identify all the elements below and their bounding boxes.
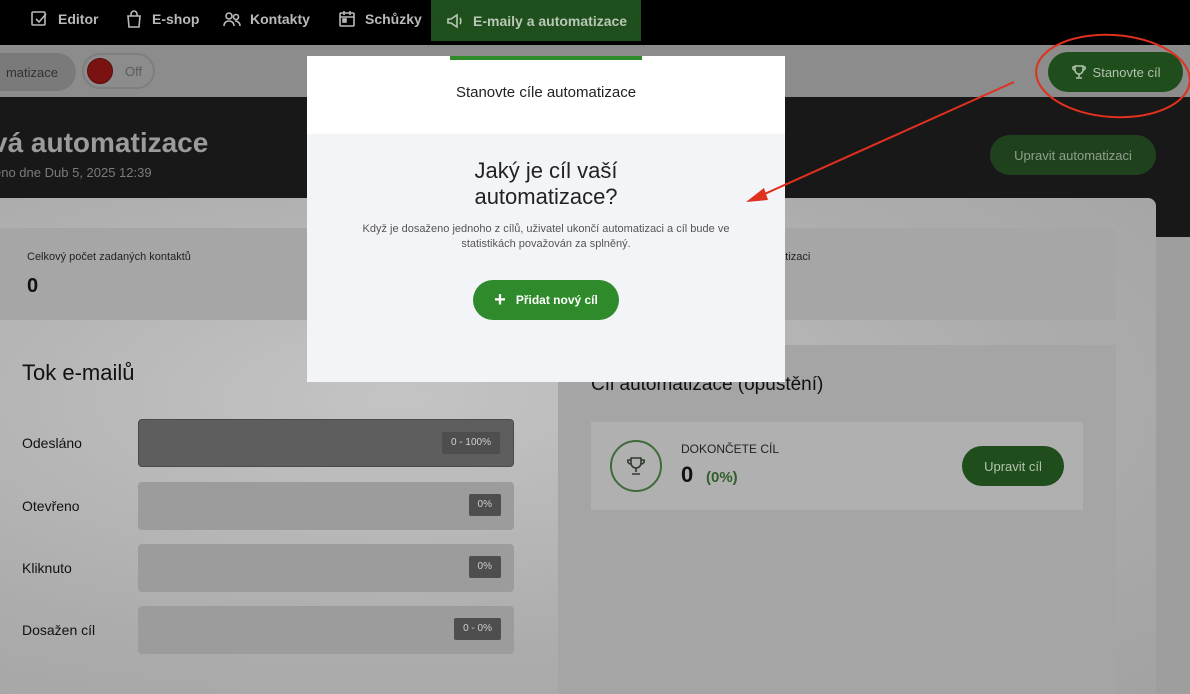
stat-total-label: Celkový počet zadaných kontaktů: [27, 251, 191, 263]
nav-item-eshop[interactable]: E-shop: [124, 0, 199, 38]
goal-icon-circle: [610, 440, 662, 492]
nav-item-label: Editor: [58, 11, 99, 27]
email-flow-title: Tok e-mailů: [22, 360, 135, 385]
nav-item-kontakty[interactable]: Kontakty: [222, 0, 310, 38]
page-subtitle: eno dne Dub 5, 2025 12:39: [0, 165, 152, 180]
background-strip: [1156, 237, 1190, 694]
automation-toggle[interactable]: Off: [82, 53, 155, 89]
nav-item-schuzky[interactable]: Schůzky: [337, 0, 422, 38]
flow-row-bar: 0%: [138, 544, 514, 592]
flow-row-opened: Otevřeno 0%: [22, 482, 514, 530]
flow-row-badge: 0%: [468, 556, 501, 578]
nav-item-label: Kontakty: [250, 11, 310, 27]
set-goal-button[interactable]: Stanovte cíl: [1048, 52, 1183, 92]
flow-row-label: Otevřeno: [22, 498, 80, 514]
automation-name-pill[interactable]: matizace: [0, 53, 76, 91]
page-title: vá automatizace: [0, 127, 209, 158]
trophy-icon: [627, 457, 645, 475]
megaphone-icon: [447, 13, 462, 28]
nav-item-label: E-shop: [152, 11, 200, 27]
shopping-bag-icon: [127, 10, 141, 28]
goal-caption: DOKONČETE CÍL: [681, 442, 780, 456]
add-new-goal-button[interactable]: + Přidat nový cíl: [473, 280, 619, 320]
plus-icon: +: [494, 289, 506, 311]
flow-row-bar: 0 - 0%: [138, 606, 514, 654]
nav-item-label: Schůzky: [365, 11, 422, 27]
edit-automation-button[interactable]: Upravit automatizaci: [990, 135, 1156, 175]
flow-row-label: Dosažen cíl: [22, 622, 96, 638]
flow-row-clicked: Kliknuto 0%: [22, 544, 514, 592]
flow-row-badge: 0%: [468, 494, 501, 516]
modal-question: Jaký je cíl vaší automatizace?: [307, 158, 785, 210]
modal-question-line: Jaký je cíl vaší: [474, 158, 618, 183]
modal-description: Když je dosaženo jednoho z cílů, uživate…: [362, 223, 730, 250]
toggle-label: Off: [125, 63, 143, 79]
nav-item-label: E-maily a automatizace: [473, 12, 628, 29]
set-goals-modal: Stanovte cíle automatizace Jaký je cíl v…: [307, 56, 785, 382]
nav-item-emaily-automatizace[interactable]: E-maily a automatizace: [431, 0, 642, 41]
flow-row-badge: 0 - 100%: [441, 432, 500, 454]
flow-row-label: Odesláno: [22, 435, 82, 451]
goal-percent: (0%): [706, 469, 738, 486]
flow-row-sent: Odesláno 0 - 100%: [22, 419, 514, 467]
nav-item-editor[interactable]: Editor: [30, 0, 98, 38]
flow-row-label: Kliknuto: [22, 560, 72, 576]
stat-total-value: 0: [27, 275, 39, 297]
modal-body: Jaký je cíl vaší automatizace? Když je d…: [307, 134, 785, 382]
flow-row-bar: 0 - 100%: [138, 419, 514, 467]
flow-row-bar: 0%: [138, 482, 514, 530]
goal-panel: [558, 345, 1116, 694]
goal-count: 0: [681, 462, 694, 487]
flow-row-badge: 0 - 0%: [454, 618, 501, 640]
modal-question-line: automatizace?: [474, 184, 618, 209]
automation-name-label: matizace: [5, 64, 58, 80]
contacts-icon: [223, 12, 241, 27]
set-goal-label: Stanovte cíl: [1092, 64, 1161, 80]
add-goal-label: Přidat nový cíl: [515, 293, 598, 307]
modal-accent-line: [450, 56, 642, 60]
toggle-knob: [87, 58, 113, 84]
edit-goal-button[interactable]: Upravit cíl: [962, 446, 1064, 486]
modal-title: Stanovte cíle automatizace: [455, 84, 637, 101]
top-navigation: Editor E-shop Kontakty Schůzky E-maily a…: [0, 0, 1190, 45]
editor-icon: [31, 11, 47, 26]
flow-row-goal-reached: Dosažen cíl 0 - 0%: [22, 606, 514, 654]
trophy-icon: [1071, 65, 1086, 79]
calendar-icon: [339, 11, 355, 27]
